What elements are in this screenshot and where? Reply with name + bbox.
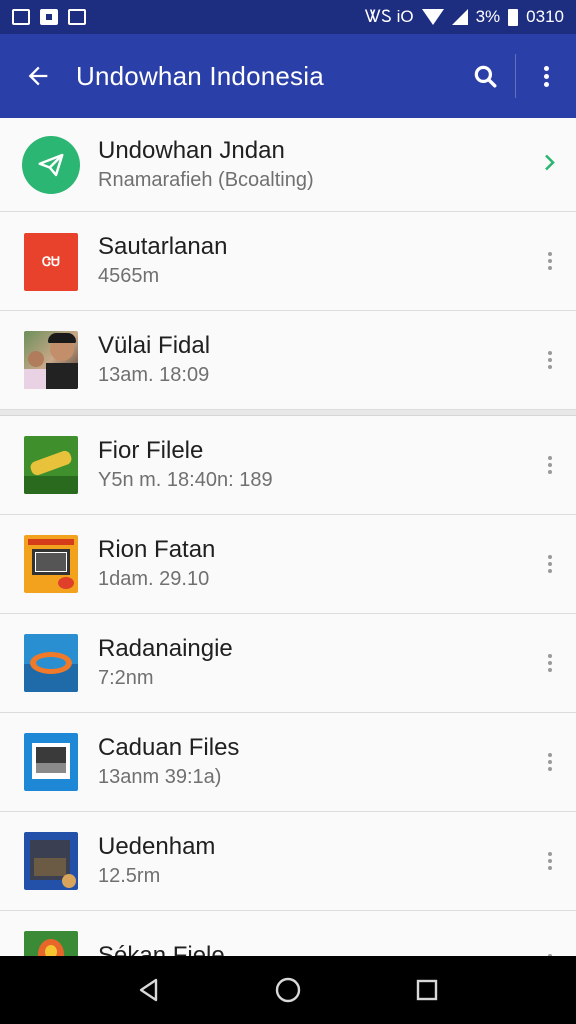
featured-title: Undowhan Jndan: [98, 136, 285, 164]
list-item[interactable]: Uedenham 12.5rm: [0, 812, 576, 911]
list-item-text: Caduan Files 13anm 39:1a): [98, 733, 239, 791]
city-photo-thumb: [24, 832, 78, 890]
list-item-text: Sékan Fiele: [98, 941, 225, 956]
app-bar: Undowhan Indonesia: [0, 34, 576, 118]
status-bar: ᏔᏚ iO 3% 0310: [0, 0, 576, 34]
green-game-thumb: [24, 436, 78, 494]
more-vert-icon: [548, 456, 552, 474]
page-title: Undowhan Indonesia: [76, 60, 324, 91]
wifi-icon: [421, 9, 444, 25]
battery-percent: 3%: [475, 7, 501, 26]
network-indicator-text: ᏔᏚ iO: [365, 7, 414, 26]
red-app-thumb: ᏣᏌ: [24, 233, 78, 291]
list-item[interactable]: Vülai Fidal 13am. 18:09: [0, 311, 576, 410]
overflow-menu-button[interactable]: [516, 34, 576, 118]
search-icon: [474, 65, 497, 88]
back-button[interactable]: [0, 34, 76, 118]
list-item-title: Sékan Fiele: [98, 942, 225, 956]
more-vert-icon: [548, 351, 552, 369]
orange-tv-thumb: [24, 535, 78, 593]
item-menu-button[interactable]: [542, 453, 558, 477]
more-vert-icon: [548, 654, 552, 672]
list-item-title: Radanaingie: [98, 635, 233, 662]
list-item-title: Fior Filele: [98, 437, 204, 464]
list-item-title: Caduan Files: [98, 734, 240, 761]
list-item-text: Uedenham 12.5rm: [98, 832, 215, 890]
list-item-title: Vülai Fidal: [98, 332, 211, 359]
featured-item[interactable]: Undowhan Jndan Rnamarafieh (Bcoalting): [0, 118, 576, 212]
flower-thumb: [24, 931, 78, 956]
featured-subtitle: Rnamarafieh (Bcoalting): [98, 168, 314, 191]
list-item-text: Rion Fatan 1dam. 29.10: [98, 535, 215, 593]
list-item-subtitle: 7:2nm: [98, 667, 154, 689]
gallery-icon: [12, 9, 30, 25]
list-item[interactable]: Caduan Files 13anm 39:1a): [0, 713, 576, 812]
list-item-text: Vülai Fidal 13am. 18:09: [98, 331, 210, 389]
featured-text: Undowhan Jndan Rnamarafieh (Bcoalting): [98, 136, 314, 194]
send-icon: [22, 136, 80, 194]
more-vert-icon: [548, 252, 552, 270]
nav-home-button[interactable]: [268, 970, 308, 1010]
list-item-text: Sautarlanan 4565m: [98, 232, 227, 290]
list-item-text: Radanaingie 7:2nm: [98, 634, 233, 692]
list-item-subtitle: 12.5rm: [98, 865, 161, 887]
nav-home-icon: [275, 977, 301, 1003]
nav-recents-icon: [416, 979, 437, 1001]
item-menu-button[interactable]: [542, 849, 558, 873]
item-menu-button[interactable]: [542, 750, 558, 774]
item-menu-button[interactable]: [542, 348, 558, 372]
system-nav-bar: [0, 956, 576, 1024]
image-icon: [68, 9, 86, 25]
list-item-title: Uedenham: [98, 833, 216, 860]
file-list: Undowhan Jndan Rnamarafieh (Bcoalting) Ꮳ…: [0, 118, 576, 956]
list-item[interactable]: Radanaingie 7:2nm: [0, 614, 576, 713]
clock: 0310: [526, 7, 564, 26]
blue-logo-thumb: [24, 634, 78, 692]
list-item-title: Sautarlanan: [98, 233, 228, 260]
item-menu-button[interactable]: [542, 651, 558, 675]
list-item[interactable]: ᏣᏌ Sautarlanan 4565m: [0, 212, 576, 311]
nav-back-button[interactable]: [129, 970, 169, 1010]
people-photo-thumb: [24, 331, 78, 389]
list-item[interactable]: Rion Fatan 1dam. 29.10: [0, 515, 576, 614]
item-menu-button[interactable]: [542, 552, 558, 576]
more-vert-icon: [548, 753, 552, 771]
list-item-subtitle: 1dam. 29.10: [98, 568, 210, 590]
list-item-subtitle: 4565m: [98, 265, 160, 287]
list-item[interactable]: Fior Filele Y5n m. 18:40n: 189: [0, 416, 576, 515]
nav-recents-button[interactable]: [407, 970, 447, 1010]
item-menu-button[interactable]: [542, 249, 558, 273]
chevron-right-icon[interactable]: [542, 152, 558, 177]
signal-icon: [451, 9, 468, 25]
arrow-back-icon: [28, 66, 48, 86]
more-vert-icon: [548, 555, 552, 573]
list-item-subtitle: Y5n m. 18:40n: 189: [98, 469, 273, 491]
list-item[interactable]: Sékan Fiele: [0, 911, 576, 956]
battery-icon: [508, 8, 519, 26]
more-vert-icon: [543, 65, 549, 87]
nav-back-icon: [140, 978, 158, 1002]
send-glyph: [38, 153, 64, 177]
notification-icons: [12, 9, 86, 25]
system-indicators: ᏔᏚ iO 3% 0310: [365, 7, 564, 27]
list-item-text: Fior Filele Y5n m. 18:40n: 189: [98, 436, 273, 494]
list-item-title: Rion Fatan: [98, 536, 216, 563]
blue-photo-thumb: [24, 733, 78, 791]
list-item-subtitle: 13anm 39:1a): [98, 766, 222, 788]
clipboard-icon: [40, 9, 58, 25]
more-vert-icon: [548, 852, 552, 870]
list-item-subtitle: 13am. 18:09: [98, 364, 210, 386]
search-button[interactable]: [455, 34, 515, 118]
